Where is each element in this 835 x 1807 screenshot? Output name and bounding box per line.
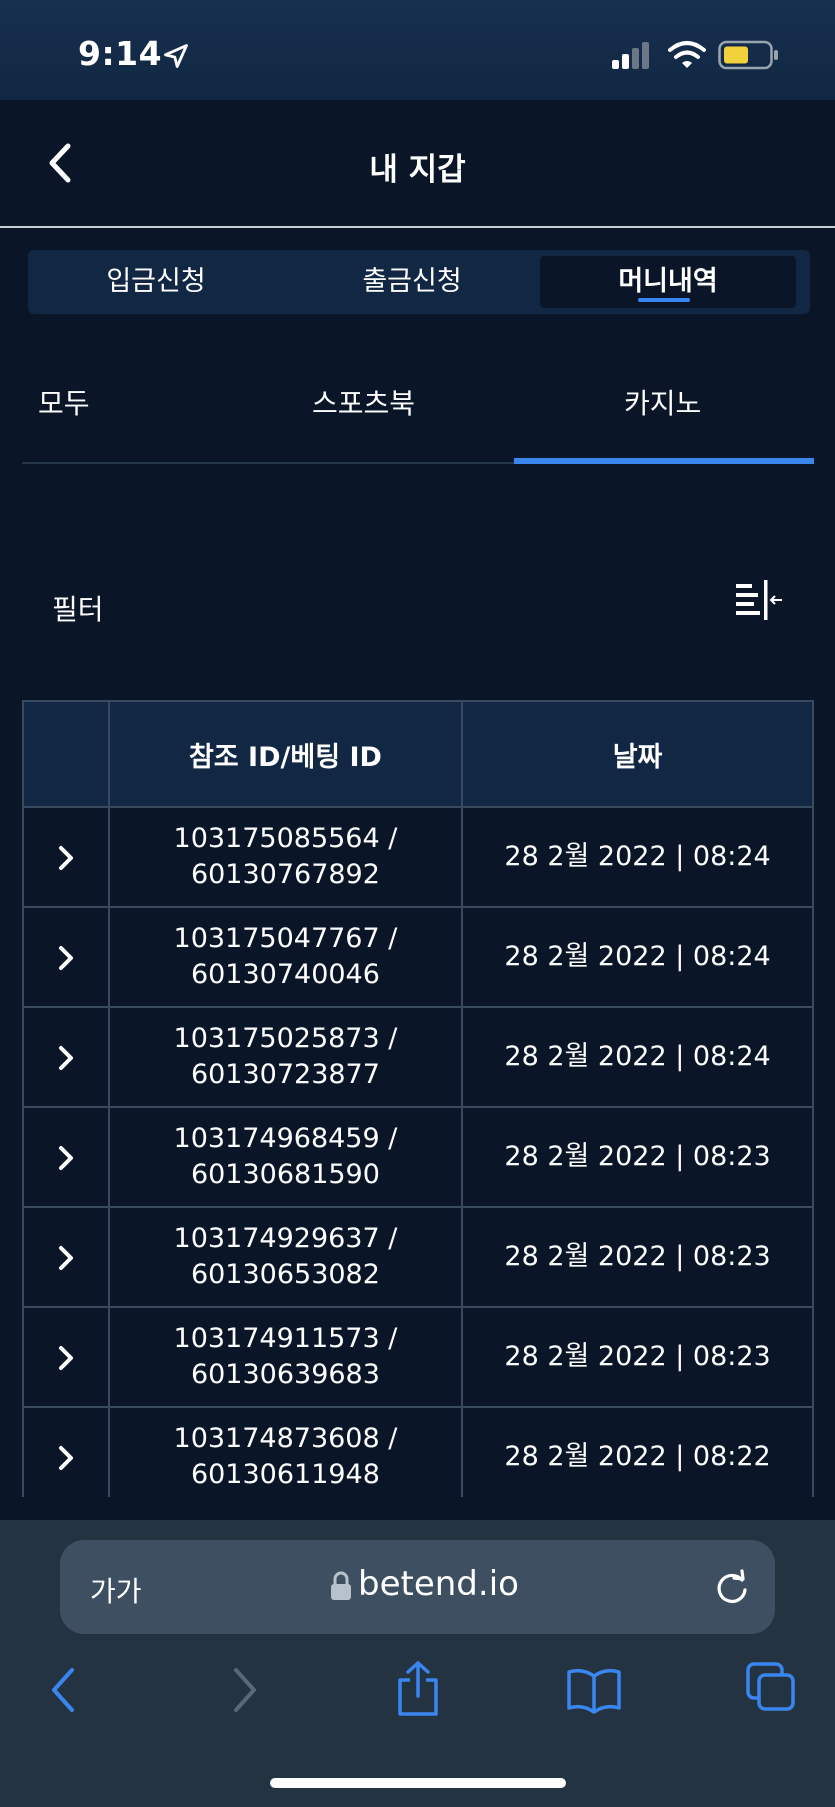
transactions-table: 참조 ID/베팅 ID 날짜 103175085564 / 60130767892… — [22, 700, 814, 1497]
table-row[interactable]: 103174968459 / 60130681590 28 2월 2022 | 0… — [22, 1106, 814, 1208]
bet-id: 60130740046 — [190, 959, 380, 990]
expand-cell[interactable] — [22, 1106, 110, 1208]
bet-id: 60130767892 — [190, 859, 380, 890]
date-cell: 28 2월 2022 | 08:24 — [461, 806, 814, 908]
ref-bet-id-cell: 103175047767 / 60130740046 — [107, 906, 464, 1008]
bet-id: 60130681590 — [190, 1159, 380, 1190]
chevron-right-icon[interactable] — [53, 1043, 79, 1073]
ref-id: 103174911573 / — [173, 1323, 398, 1354]
ref-bet-id-cell: 103174873608 / 60130611948 — [107, 1406, 464, 1497]
lock-icon — [331, 1571, 351, 1600]
date-cell: 28 2월 2022 | 08:24 — [461, 906, 814, 1008]
expand-cell[interactable] — [22, 1406, 110, 1497]
browser-toolbar: 가가 betend.io — [0, 1520, 835, 1807]
chevron-right-icon[interactable] — [53, 1343, 79, 1373]
ref-id: 103175085564 / — [173, 823, 398, 854]
browser-forward-icon[interactable] — [228, 1666, 262, 1714]
expand-cell[interactable] — [22, 806, 110, 908]
chevron-right-icon[interactable] — [53, 1143, 79, 1173]
date-cell: 28 2월 2022 | 08:23 — [461, 1306, 814, 1408]
table-row[interactable]: 103174873608 / 60130611948 28 2월 2022 | 0… — [22, 1406, 814, 1497]
chevron-right-icon[interactable] — [53, 843, 79, 873]
bet-id: 60130639683 — [190, 1359, 380, 1390]
ref-bet-id-cell: 103174911573 / 60130639683 — [107, 1306, 464, 1408]
date-cell: 28 2월 2022 | 08:23 — [461, 1206, 814, 1308]
expand-cell[interactable] — [22, 906, 110, 1008]
reload-icon[interactable] — [712, 1568, 752, 1608]
ref-bet-id-cell: 103174968459 / 60130681590 — [107, 1106, 464, 1208]
ref-bet-id-cell: 103175085564 / 60130767892 — [107, 806, 464, 908]
expand-cell[interactable] — [22, 1006, 110, 1108]
table-viewport: 참조 ID/베팅 ID 날짜 103175085564 / 60130767892… — [0, 0, 835, 1497]
bet-id: 60130723877 — [190, 1059, 380, 1090]
header-date: 날짜 — [461, 700, 814, 808]
ref-id: 103175047767 / — [173, 923, 398, 954]
table-row[interactable]: 103174929637 / 60130653082 28 2월 2022 | 0… — [22, 1206, 814, 1308]
ref-bet-id-cell: 103174929637 / 60130653082 — [107, 1206, 464, 1308]
tabs-overview-icon[interactable] — [746, 1662, 796, 1712]
chevron-right-icon[interactable] — [53, 1443, 79, 1473]
expand-cell[interactable] — [22, 1306, 110, 1408]
table-row[interactable]: 103175025873 / 60130723877 28 2월 2022 | 0… — [22, 1006, 814, 1108]
wallet-page: 9:14 내 지갑 입금신청 출금신청 머니내역 모두 스포츠북 카지노 필터 … — [0, 0, 835, 1807]
header-ref-bet-id: 참조 ID/베팅 ID — [107, 700, 464, 808]
browser-back-icon[interactable] — [46, 1666, 80, 1714]
table-row[interactable]: 103175047767 / 60130740046 28 2월 2022 | 0… — [22, 906, 814, 1008]
chevron-right-icon[interactable] — [53, 943, 79, 973]
ref-id: 103175025873 / — [173, 1023, 398, 1054]
bet-id: 60130611948 — [190, 1459, 380, 1490]
date-cell: 28 2월 2022 | 08:24 — [461, 1006, 814, 1108]
ref-id: 103174929637 / — [173, 1223, 398, 1254]
home-indicator — [270, 1778, 566, 1788]
date-cell: 28 2월 2022 | 08:23 — [461, 1106, 814, 1208]
ref-bet-id-cell: 103175025873 / 60130723877 — [107, 1006, 464, 1108]
url-text: betend.io — [358, 1564, 519, 1604]
expand-cell[interactable] — [22, 1206, 110, 1308]
table-header-row: 참조 ID/베팅 ID 날짜 — [22, 700, 814, 808]
header-expand — [22, 700, 110, 808]
table-row[interactable]: 103174911573 / 60130639683 28 2월 2022 | 0… — [22, 1306, 814, 1408]
address-bar[interactable]: 가가 betend.io — [60, 1540, 775, 1634]
date-cell: 28 2월 2022 | 08:22 — [461, 1406, 814, 1497]
ref-id: 103174968459 / — [173, 1123, 398, 1154]
text-size-button[interactable]: 가가 — [90, 1570, 142, 1610]
ref-id: 103174873608 / — [173, 1423, 398, 1454]
table-row[interactable]: 103175085564 / 60130767892 28 2월 2022 | 0… — [22, 806, 814, 908]
bookmarks-book-icon[interactable] — [566, 1666, 622, 1714]
share-icon[interactable] — [394, 1660, 442, 1718]
bet-id: 60130653082 — [190, 1259, 380, 1290]
chevron-right-icon[interactable] — [53, 1243, 79, 1273]
